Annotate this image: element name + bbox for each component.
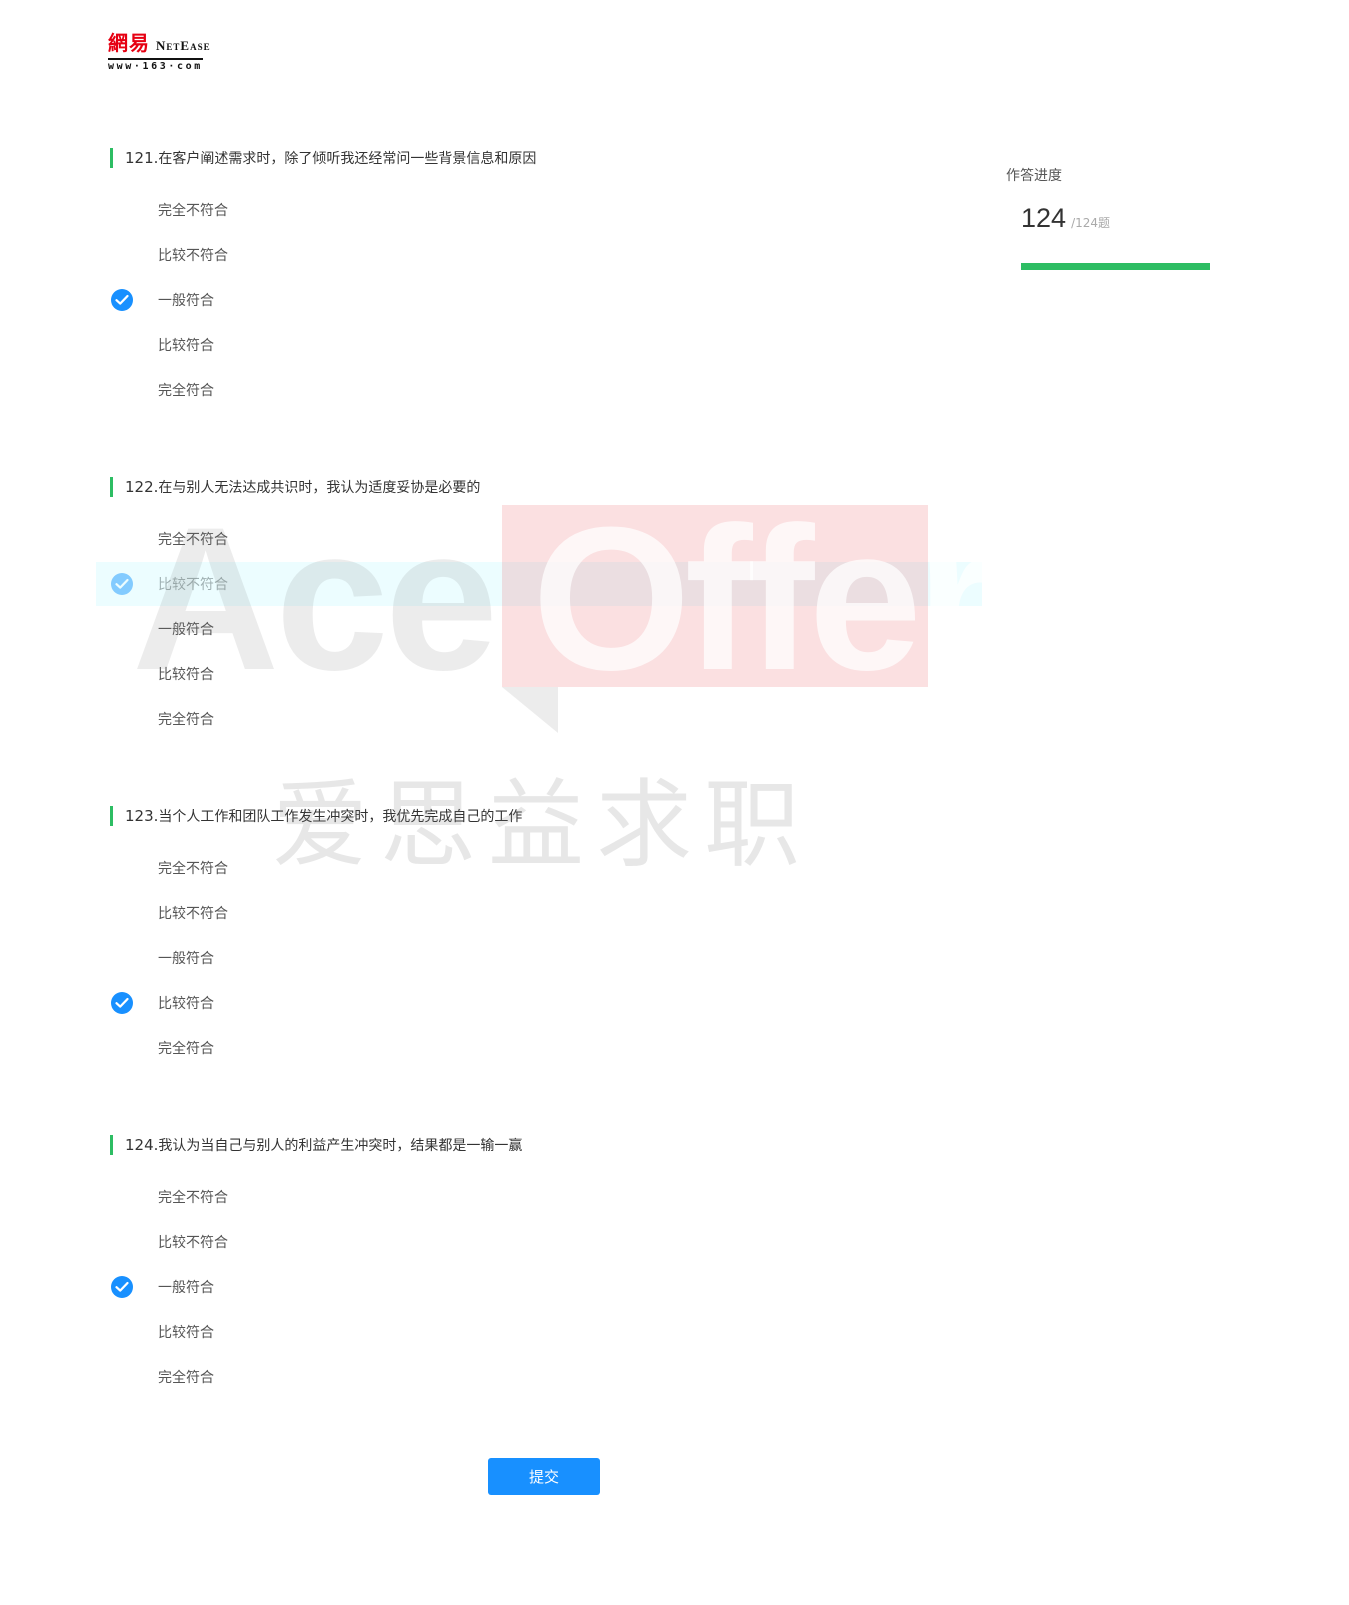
question-number: 121. <box>125 149 159 167</box>
option-label: 一般符合 <box>158 292 214 309</box>
option-label: 比较符合 <box>158 666 214 683</box>
option-radio[interactable]: 完全符合 <box>108 1355 988 1400</box>
option-radio[interactable]: 完全符合 <box>108 697 988 742</box>
option-label: 完全符合 <box>158 1369 214 1386</box>
option-label: 一般符合 <box>158 950 214 967</box>
progress-title: 作答进度 <box>1006 168 1062 184</box>
question-title: 121.在客户阐述需求时，除了倾听我还经常问一些背景信息和原因 <box>108 146 988 170</box>
option-label: 比较不符合 <box>158 576 228 593</box>
option-list: 完全不符合 比较不符合 一般符合 比较符合 完全符合 <box>108 517 988 742</box>
progress-bar <box>1021 263 1210 270</box>
logo-url-text: www·163·com <box>108 58 203 74</box>
progress-panel: 作答进度 124 /124题 <box>1006 166 1216 270</box>
option-radio[interactable]: 一般符合 <box>108 607 988 652</box>
option-label: 完全不符合 <box>158 860 228 877</box>
question-title: 124.我认为当自己与别人的利益产生冲突时，结果都是一输一赢 <box>108 1133 988 1157</box>
option-label: 一般符合 <box>158 621 214 638</box>
option-label: 比较不符合 <box>158 1234 228 1251</box>
check-circle-icon <box>111 1276 133 1298</box>
option-radio[interactable]: 比较不符合 <box>108 1220 988 1265</box>
progress-count: 124 /124题 <box>1021 203 1216 233</box>
option-radio[interactable]: 比较符合 <box>108 981 988 1026</box>
check-circle-icon <box>111 992 133 1014</box>
question-text: 在客户阐述需求时，除了倾听我还经常问一些背景信息和原因 <box>158 151 537 167</box>
option-radio[interactable]: 比较不符合 <box>108 562 988 607</box>
question-title: 122.在与别人无法达成共识时，我认为适度妥协是必要的 <box>108 475 988 499</box>
check-circle-icon <box>111 289 133 311</box>
option-label: 完全不符合 <box>158 202 228 219</box>
question-marker-bar <box>110 148 113 168</box>
option-radio[interactable]: 比较符合 <box>108 323 988 368</box>
option-label: 比较符合 <box>158 1324 214 1341</box>
check-circle-icon <box>111 573 133 595</box>
question-number: 124. <box>125 1136 159 1154</box>
progress-total-label: /124题 <box>1071 216 1111 230</box>
option-label: 比较符合 <box>158 337 214 354</box>
option-label: 比较不符合 <box>158 247 228 264</box>
progress-bar-fill <box>1021 263 1210 270</box>
progress-answered-count: 124 <box>1021 203 1067 233</box>
option-radio[interactable]: 完全不符合 <box>108 846 988 891</box>
option-label: 完全不符合 <box>158 1189 228 1206</box>
option-radio[interactable]: 比较不符合 <box>108 891 988 936</box>
option-list: 完全不符合 比较不符合 一般符合 比较符合 完全符合 <box>108 188 988 413</box>
question-text: 当个人工作和团队工作发生冲突时，我优先完成自己的工作 <box>158 809 523 825</box>
question-text: 在与别人无法达成共识时，我认为适度妥协是必要的 <box>158 480 481 496</box>
question-124: 124.我认为当自己与别人的利益产生冲突时，结果都是一输一赢 完全不符合 比较不… <box>108 1133 988 1400</box>
option-label: 一般符合 <box>158 1279 214 1296</box>
question-marker-bar <box>110 806 113 826</box>
question-marker-bar <box>110 1135 113 1155</box>
logo-chinese-text: 網易 <box>108 31 150 55</box>
option-radio[interactable]: 一般符合 <box>108 936 988 981</box>
option-label: 完全符合 <box>158 1040 214 1057</box>
option-label: 比较不符合 <box>158 905 228 922</box>
option-radio[interactable]: 一般符合 <box>108 1265 988 1310</box>
option-label: 比较符合 <box>158 995 214 1012</box>
question-number: 122. <box>125 478 159 496</box>
question-number: 123. <box>125 807 159 825</box>
option-radio[interactable]: 比较符合 <box>108 1310 988 1355</box>
option-list: 完全不符合 比较不符合 一般符合 比较符合 完全符合 <box>108 1175 988 1400</box>
question-marker-bar <box>110 477 113 497</box>
logo-english-text: NetEase <box>156 38 211 53</box>
question-title: 123.当个人工作和团队工作发生冲突时，我优先完成自己的工作 <box>108 804 988 828</box>
question-122: 122.在与别人无法达成共识时，我认为适度妥协是必要的 完全不符合 比较不符合 … <box>108 475 988 742</box>
submit-button[interactable]: 提交 <box>488 1458 600 1495</box>
option-radio[interactable]: 比较不符合 <box>108 233 988 278</box>
option-label: 完全符合 <box>158 382 214 399</box>
option-radio[interactable]: 完全符合 <box>108 368 988 413</box>
question-text: 我认为当自己与别人的利益产生冲突时，结果都是一输一赢 <box>158 1138 523 1154</box>
question-121: 121.在客户阐述需求时，除了倾听我还经常问一些背景信息和原因 完全不符合 比较… <box>108 146 988 413</box>
netease-logo: 網易 NetEase www·163·com <box>108 30 233 72</box>
option-radio[interactable]: 一般符合 <box>108 278 988 323</box>
question-123: 123.当个人工作和团队工作发生冲突时，我优先完成自己的工作 完全不符合 比较不… <box>108 804 988 1071</box>
option-radio[interactable]: 完全不符合 <box>108 1175 988 1220</box>
option-label: 完全符合 <box>158 711 214 728</box>
option-radio[interactable]: 完全符合 <box>108 1026 988 1071</box>
option-radio[interactable]: 比较符合 <box>108 652 988 697</box>
option-list: 完全不符合 比较不符合 一般符合 比较符合 完全符合 <box>108 846 988 1071</box>
option-label: 完全不符合 <box>158 531 228 548</box>
option-radio[interactable]: 完全不符合 <box>108 188 988 233</box>
option-radio[interactable]: 完全不符合 <box>108 517 988 562</box>
